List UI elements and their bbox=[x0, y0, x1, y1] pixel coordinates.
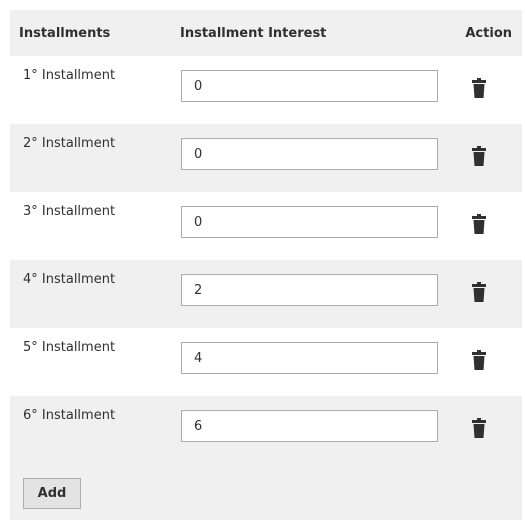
installments-grid: Installments Installment Interest Action… bbox=[10, 10, 522, 520]
installment-interest-input[interactable]: 6 bbox=[181, 410, 438, 442]
trash-icon[interactable] bbox=[471, 146, 487, 166]
installment-row-1: 1° Installment 0 bbox=[10, 56, 522, 124]
installment-label: 5° Installment bbox=[23, 340, 116, 355]
installment-interest-input[interactable]: 4 bbox=[181, 342, 438, 374]
installment-row-2: 2° Installment 0 bbox=[10, 124, 522, 192]
add-button[interactable]: Add bbox=[23, 478, 81, 509]
installment-interest-input[interactable]: 0 bbox=[181, 70, 438, 102]
header-installment-interest: Installment Interest bbox=[180, 26, 327, 41]
installment-label: 6° Installment bbox=[23, 408, 116, 423]
installment-label: 2° Installment bbox=[23, 136, 116, 151]
trash-icon[interactable] bbox=[471, 78, 487, 98]
installment-interest-input[interactable]: 0 bbox=[181, 138, 438, 170]
header-installments: Installments bbox=[19, 26, 111, 41]
installment-row-3: 3° Installment 0 bbox=[10, 192, 522, 260]
installment-label: 1° Installment bbox=[23, 68, 116, 83]
grid-header: Installments Installment Interest Action bbox=[10, 10, 522, 56]
grid-footer: Add bbox=[10, 464, 522, 520]
installment-row-6: 6° Installment 6 bbox=[10, 396, 522, 464]
installment-row-5: 5° Installment 4 bbox=[10, 328, 522, 396]
installment-label: 3° Installment bbox=[23, 204, 116, 219]
installment-interest-input[interactable]: 0 bbox=[181, 206, 438, 238]
installment-interest-input[interactable]: 2 bbox=[181, 274, 438, 306]
header-action: Action bbox=[465, 26, 512, 41]
trash-icon[interactable] bbox=[471, 282, 487, 302]
trash-icon[interactable] bbox=[471, 350, 487, 370]
trash-icon[interactable] bbox=[471, 418, 487, 438]
trash-icon[interactable] bbox=[471, 214, 487, 234]
installment-label: 4° Installment bbox=[23, 272, 116, 287]
installment-row-4: 4° Installment 2 bbox=[10, 260, 522, 328]
